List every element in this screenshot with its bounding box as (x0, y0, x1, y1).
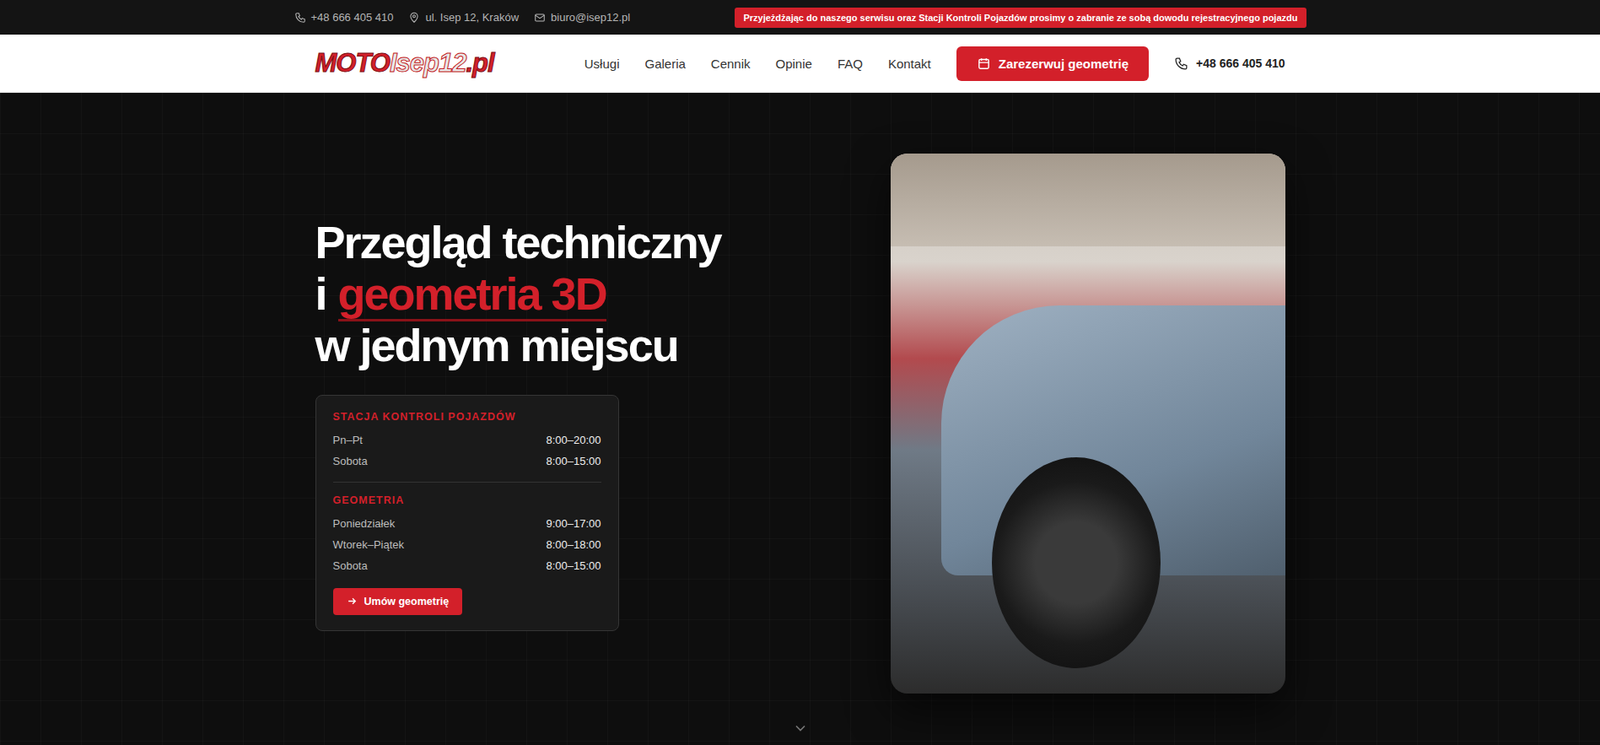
nav-link[interactable]: Kontakt (888, 56, 932, 71)
notice-badge: Przyjeżdżając do naszego serwisu oraz St… (734, 7, 1306, 28)
nav-link[interactable]: Cennik (711, 56, 751, 71)
hours-section: STACJA KONTROLI POJAZDÓWPn–Pt8:00–20:00S… (333, 410, 602, 482)
nav-link[interactable]: Galeria (644, 56, 685, 71)
hours-row: Sobota8:00–15:00 (333, 554, 602, 577)
hours-row: Pn–Pt8:00–20:00 (333, 429, 602, 451)
mail-icon (533, 11, 546, 24)
navbar: MOTOIsep12.pl Usługi Galeria Cennik Opinie FA… (0, 34, 1600, 93)
hours-row: Wtorek–Piątek8:00–18:00 (333, 533, 602, 555)
chevron-down-icon[interactable] (791, 719, 809, 737)
hours-section: GEOMETRIAPoniedziałek9:00–17:00Wtorek–Pi… (333, 481, 602, 587)
nav-link[interactable]: FAQ (837, 56, 863, 71)
phone-icon (1174, 56, 1189, 71)
book-button[interactable]: Zarezerwuj geometrię (956, 46, 1149, 81)
hero-title: Przegląd technicznyigeometria 3Dw jednym… (315, 216, 722, 372)
nav-link[interactable]: Usługi (584, 56, 620, 71)
topbar-address[interactable]: ul. Isep 12, Kraków (408, 10, 519, 24)
topbar-email[interactable]: biuro@isep12.pl (533, 10, 631, 24)
calendar-icon (976, 56, 992, 71)
hours-card: STACJA KONTROLI POJAZDÓWPn–Pt8:00–20:00S… (315, 394, 620, 631)
hours-row: Poniedziałek9:00–17:00 (333, 512, 602, 534)
topbar-phone[interactable]: +48 666 405 410 (294, 10, 394, 24)
nav-link[interactable]: Opinie (775, 56, 813, 71)
top-bar: +48 666 405 410 ul. Isep 12, Kraków biur… (0, 0, 1600, 35)
nav-phone[interactable]: +48 666 405 410 (1174, 56, 1286, 71)
phone-icon (294, 11, 307, 24)
hero-photo (890, 153, 1286, 694)
map-pin-icon (408, 11, 421, 24)
logo[interactable]: MOTOIsep12.pl (315, 48, 495, 79)
arrow-right-icon (346, 595, 358, 607)
hours-row: Sobota8:00–15:00 (333, 450, 602, 472)
page: +48 666 405 410 ul. Isep 12, Kraków biur… (0, 0, 1600, 745)
book-geometry-button[interactable]: Umów geometrię (333, 587, 464, 615)
hero: Przegląd technicznyigeometria 3Dw jednym… (0, 92, 1600, 745)
